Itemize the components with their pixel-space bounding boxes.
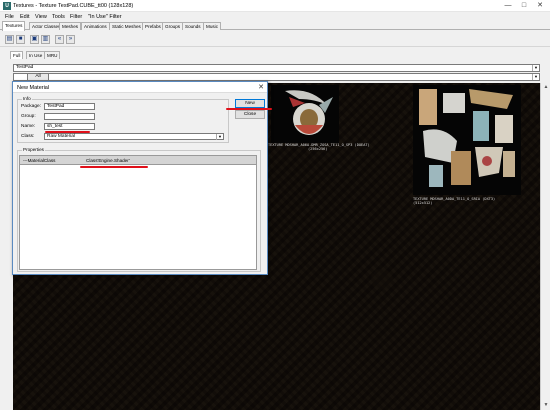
menu-file[interactable]: File: [5, 14, 14, 20]
viewport-scrollbar[interactable]: ▲ ▼: [540, 83, 550, 410]
tab-prefabs[interactable]: Prefabs: [142, 22, 164, 30]
filter-tabs: Full In Use MRU: [0, 50, 550, 59]
open-package-icon[interactable]: ▤: [5, 35, 14, 44]
texture-thumbnail[interactable]: [271, 85, 339, 143]
window-title: Textures - Texture TestPad.CUBE_tt00 (12…: [13, 3, 134, 9]
property-value: Class'Engine.Shader': [86, 158, 130, 163]
browser-tabs: Textures Actor Classes Meshes Animations…: [0, 21, 550, 31]
package-field[interactable]: TestPad: [44, 103, 95, 110]
tab-full[interactable]: Full: [10, 51, 24, 59]
tab-sounds[interactable]: Sounds: [182, 22, 204, 30]
close-button[interactable]: Close: [235, 110, 265, 119]
menu-filter[interactable]: Filter: [70, 14, 82, 20]
new-material-dialog: New Material ✕ Info Package: TestPad Gro…: [12, 81, 268, 275]
class-label: Class:: [21, 134, 35, 139]
class-select-value: Raw Material: [47, 134, 75, 139]
save-package-icon[interactable]: ■: [16, 35, 25, 44]
export-icon[interactable]: ▥: [41, 35, 50, 44]
tab-music[interactable]: Music: [203, 22, 221, 30]
menu-edit[interactable]: Edit: [20, 14, 29, 20]
close-window-button[interactable]: ✕: [532, 0, 548, 12]
new-button[interactable]: New: [235, 99, 265, 108]
tab-in-use[interactable]: In Use: [26, 51, 46, 59]
import-icon[interactable]: ▣: [30, 35, 39, 44]
chevron-down-icon: ▼: [532, 65, 539, 71]
chevron-down-icon: ▼: [216, 134, 223, 140]
properties-group-label: Properties: [22, 147, 45, 152]
property-row[interactable]: ---MaterialClass Class'Engine.Shader': [20, 156, 256, 165]
name-label: Name:: [21, 124, 36, 129]
texture-image: [271, 85, 339, 143]
texture-image: [413, 85, 521, 195]
dialog-title: New Material: [17, 85, 50, 91]
tab-groups[interactable]: Groups: [162, 22, 184, 30]
class-select[interactable]: Raw Material ▼: [44, 133, 224, 140]
toolbar: ▤ ■ ▣ ▥ « »: [0, 33, 550, 47]
info-group-label: Info: [22, 96, 32, 101]
all-groups-button[interactable]: All: [27, 73, 49, 81]
group-label: Group:: [21, 114, 36, 119]
maximize-button[interactable]: □: [516, 0, 532, 12]
group-field[interactable]: [44, 113, 95, 120]
annotation-underline: [80, 166, 148, 168]
tab-meshes[interactable]: Meshes: [59, 22, 82, 30]
menu-inuse-filter[interactable]: "In Use" Filter: [88, 14, 122, 20]
scroll-down-icon[interactable]: ▼: [541, 401, 550, 410]
annotation-underline: [45, 131, 90, 133]
texture-size-label: (512x512): [413, 201, 433, 205]
package-combo-value: TestPad: [16, 65, 34, 70]
property-name: ---MaterialClass: [23, 158, 56, 163]
name-field[interactable]: sh_test: [44, 123, 95, 130]
next-icon[interactable]: »: [66, 35, 75, 44]
previous-icon[interactable]: «: [55, 35, 64, 44]
scroll-up-icon[interactable]: ▲: [541, 83, 550, 92]
tab-animations[interactable]: Animations: [81, 22, 110, 30]
tab-mru[interactable]: MRU: [44, 51, 61, 59]
minimize-button[interactable]: —: [500, 0, 516, 12]
annotation-underline: [226, 108, 272, 110]
package-label: Package:: [21, 104, 42, 109]
tab-static-meshes[interactable]: Static Meshes: [109, 22, 144, 30]
app-icon: U: [3, 2, 11, 10]
group-combo[interactable]: ▼: [13, 73, 540, 81]
texture-size-label: (256x256): [308, 147, 328, 151]
dialog-titlebar: New Material ✕: [13, 82, 267, 93]
window-titlebar: U Textures - Texture TestPad.CUBE_tt00 (…: [0, 0, 550, 12]
property-grid[interactable]: ---MaterialClass Class'Engine.Shader': [19, 155, 257, 270]
close-icon[interactable]: ✕: [258, 83, 264, 91]
texture-thumbnail[interactable]: [413, 85, 521, 195]
menu-view[interactable]: View: [35, 14, 47, 20]
menu-bar: File Edit View Tools Filter "In Use" Fil…: [0, 13, 550, 21]
menu-tools[interactable]: Tools: [52, 14, 65, 20]
tab-textures[interactable]: Textures: [2, 21, 26, 31]
chevron-down-icon: ▼: [532, 74, 539, 80]
package-combo[interactable]: TestPad ▼: [13, 64, 540, 72]
